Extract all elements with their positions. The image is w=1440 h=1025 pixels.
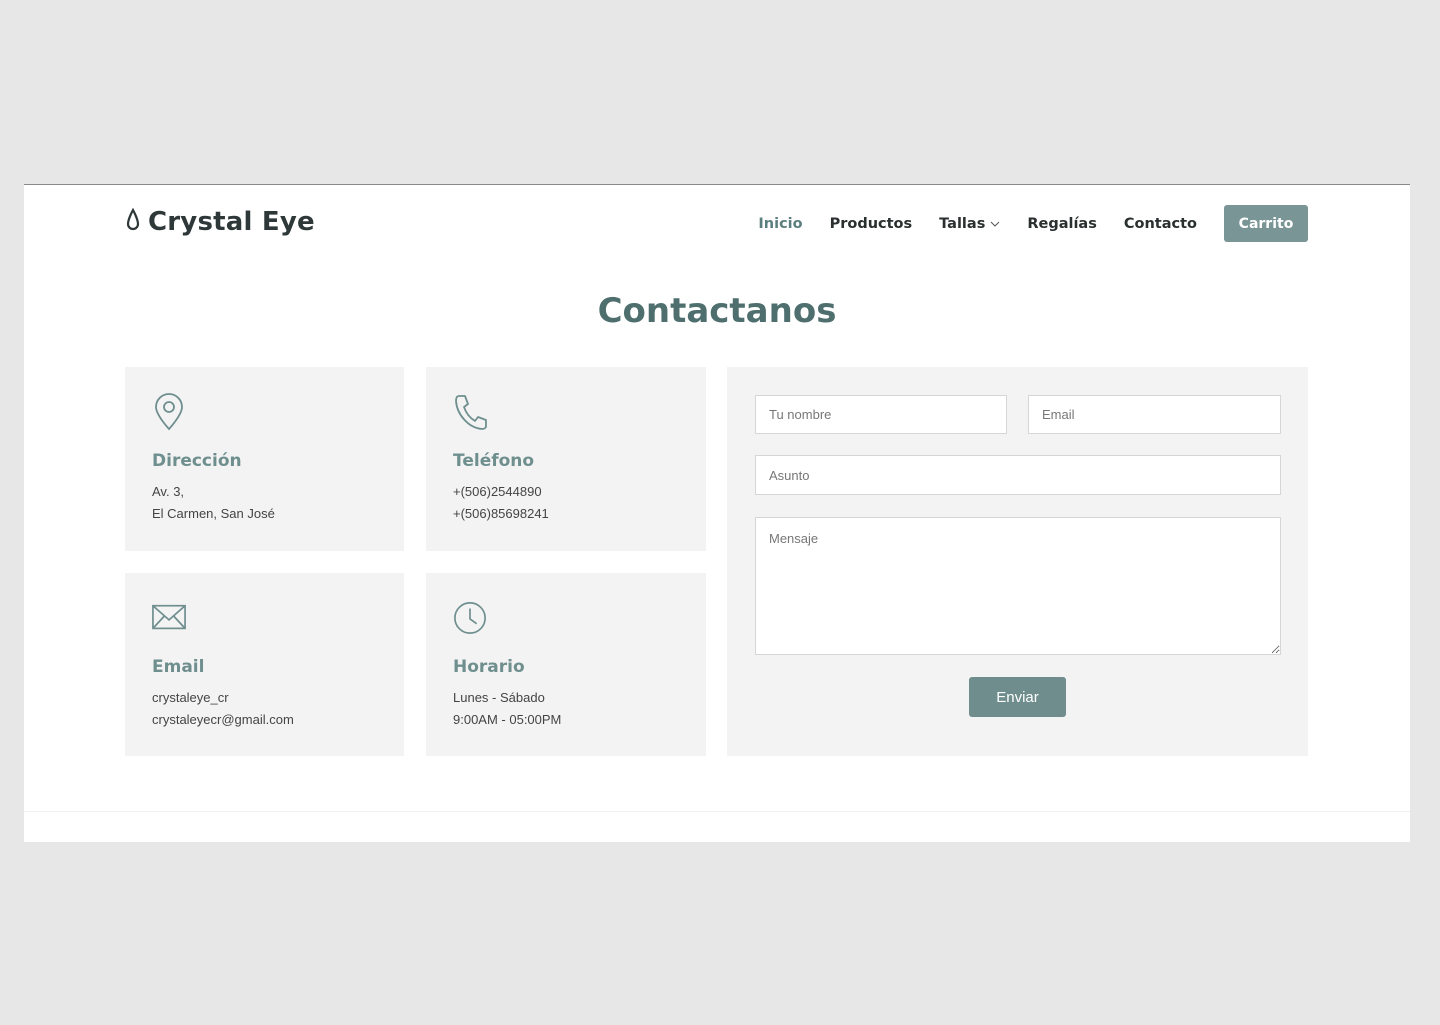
nav-item-inicio[interactable]: Inicio xyxy=(758,216,802,232)
chevron-down-icon xyxy=(990,221,1000,227)
map-pin-icon xyxy=(152,393,186,431)
address-card: Dirección Av. 3, El Carmen, San José xyxy=(125,367,404,551)
hours-card: Horario Lunes - Sábado 9:00AM - 05:00PM xyxy=(426,573,706,756)
phone-line-1[interactable]: +(506)2544890 xyxy=(453,484,542,499)
nav-label: Tallas xyxy=(939,215,986,232)
email-address[interactable]: crystaleyecr@gmail.com xyxy=(152,712,294,727)
address-line-2: El Carmen, San José xyxy=(152,506,275,521)
subject-input[interactable] xyxy=(755,455,1281,495)
hours-days: Lunes - Sábado xyxy=(453,690,545,705)
logo[interactable]: Crystal Eye xyxy=(126,207,315,237)
site-header: Crystal Eye Inicio Productos Tallas Rega… xyxy=(24,185,1410,265)
main-nav: Inicio Productos Tallas Regalías Contact… xyxy=(731,205,1308,242)
phone-icon xyxy=(453,393,487,431)
nav-label: Regalías xyxy=(1027,215,1097,232)
card-text: Lunes - Sábado 9:00AM - 05:00PM xyxy=(453,687,679,731)
contact-form: Enviar xyxy=(727,367,1308,756)
nav-item-tallas[interactable]: Tallas xyxy=(939,216,1000,232)
drop-icon xyxy=(126,207,140,237)
nav-label: Inicio xyxy=(758,215,803,232)
nav-label: Contacto xyxy=(1123,215,1197,232)
card-text: crystaleye_cr crystaleyecr@gmail.com xyxy=(152,687,377,731)
logo-text: Crystal Eye xyxy=(148,207,315,237)
hours-time: 9:00AM - 05:00PM xyxy=(453,712,562,727)
page-title: Contactanos xyxy=(597,291,837,331)
email-card: Email crystaleye_cr crystaleyecr@gmail.c… xyxy=(125,573,404,756)
contact-page: Crystal Eye Inicio Productos Tallas Rega… xyxy=(24,184,1410,842)
name-input[interactable] xyxy=(755,395,1007,434)
nav-item-regalias[interactable]: Regalías xyxy=(1027,216,1097,232)
card-title: Teléfono xyxy=(453,451,535,471)
card-text: Av. 3, El Carmen, San José xyxy=(152,481,377,525)
clock-icon xyxy=(453,599,487,637)
phone-line-2[interactable]: +(506)85698241 xyxy=(453,506,549,521)
card-text: +(506)2544890 +(506)85698241 xyxy=(453,481,679,525)
social-handle[interactable]: crystaleye_cr xyxy=(152,690,229,705)
email-input[interactable] xyxy=(1028,395,1281,434)
address-line-1: Av. 3, xyxy=(152,484,185,499)
cart-button[interactable]: Carrito xyxy=(1224,205,1308,242)
message-textarea[interactable] xyxy=(755,517,1281,655)
footer-divider xyxy=(24,811,1410,812)
send-button[interactable]: Enviar xyxy=(969,677,1066,717)
nav-item-contacto[interactable]: Contacto xyxy=(1124,216,1197,232)
nav-label: Productos xyxy=(829,215,913,232)
card-title: Dirección xyxy=(152,451,242,471)
envelope-icon xyxy=(152,599,186,637)
phone-card: Teléfono +(506)2544890 +(506)85698241 xyxy=(426,367,706,551)
card-title: Horario xyxy=(453,657,525,677)
card-title: Email xyxy=(152,657,205,677)
nav-item-productos[interactable]: Productos xyxy=(830,216,913,232)
